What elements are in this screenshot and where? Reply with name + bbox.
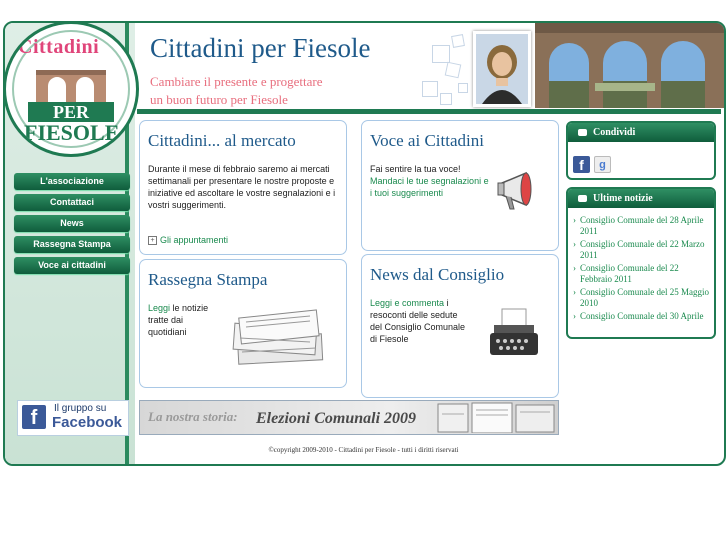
box-consiglio-body: Leggi e commenta i resoconti delle sedut… (370, 297, 470, 345)
news-item[interactable]: Consiglio Comunale del 22 Marzo 2011 (573, 239, 710, 261)
megaphone-icon (497, 171, 532, 210)
appuntamenti-link[interactable]: + Gli appuntamenti (148, 235, 228, 246)
facebook-group-link[interactable]: f Il gruppo su Facebook (17, 400, 129, 436)
box-consiglio: News dal Consiglio Leggi e commenta i re… (361, 254, 559, 398)
logo-band-text: PER (28, 102, 114, 122)
facebook-share-icon[interactable]: f (573, 156, 590, 173)
box-rassegna-body: Leggi le notizie tratte dai quotidiani (148, 302, 220, 338)
logo-arches-icon (36, 70, 106, 102)
nav-contattaci[interactable]: Contattaci (14, 194, 130, 211)
facebook-line-2: Facebook (52, 414, 123, 431)
arches-photo (535, 23, 724, 108)
story-title: Elezioni Comunali 2009 (256, 410, 417, 427)
box-rassegna-title[interactable]: Rassegna Stampa (148, 270, 267, 290)
rassegna-leggi-link[interactable]: Leggi (148, 303, 170, 313)
box-rassegna: Rassegna Stampa Leggi le notizie tratte … (139, 259, 347, 388)
newspaper-clippings-icon (437, 402, 555, 433)
facebook-line-1: Il gruppo su (54, 403, 107, 414)
plus-icon: + (148, 236, 157, 246)
typewriter-icon (490, 308, 538, 355)
box-voce: Voce ai Cittadini Fai sentire la tua voc… (361, 120, 559, 251)
header-divider (137, 109, 721, 114)
speech-bubble-icon (578, 195, 587, 203)
candidate-portrait (473, 31, 531, 107)
site-logo[interactable]: Cittadini PER FIESOLE (5, 23, 139, 157)
google-share-icon[interactable]: g (594, 156, 611, 173)
box-mercato-title[interactable]: Cittadini... al mercato (148, 131, 296, 151)
box-mercato: Cittadini... al mercato Durante il mese … (139, 120, 347, 255)
nav-news[interactable]: News (14, 215, 130, 232)
news-item[interactable]: Consiglio Comunale del 22 Febbraio 2011 (573, 263, 710, 285)
tagline: Cambiare il presente e progettare un buo… (150, 73, 323, 109)
news-item[interactable]: Consiglio Comunale del 28 Aprile 2011 (573, 215, 710, 237)
footer-copyright: ©copyright 2009-2010 - Cittadini per Fie… (268, 446, 459, 454)
news-list: Consiglio Comunale del 28 Aprile 2011 Co… (568, 208, 714, 322)
box-voce-title[interactable]: Voce ai Cittadini (370, 131, 484, 151)
tagline-line-2: un buon futuro per Fiesole (150, 92, 288, 107)
box-voce-body: Fai sentire la tua voce! Mandaci le tue … (370, 163, 490, 199)
consiglio-leggi-link[interactable]: Leggi e commenta (370, 298, 444, 308)
nav-rassegna-stampa[interactable]: Rassegna Stampa (14, 236, 130, 253)
box-consiglio-title[interactable]: News dal Consiglio (370, 265, 504, 285)
news-item[interactable]: Consiglio Comunale del 30 Aprile (573, 311, 710, 322)
site-title: Cittadini per Fiesole (150, 33, 371, 63)
news-item[interactable]: Consiglio Comunale del 25 Maggio 2010 (573, 287, 710, 309)
share-header: Condividi (568, 123, 714, 142)
segnalazioni-link[interactable]: Mandaci le tue segnalazioni e i tuoi sug… (370, 175, 490, 199)
share-panel: Condividi f g (566, 121, 716, 180)
facebook-icon: f (22, 405, 46, 429)
box-mercato-text: Durante il mese di febbraio saremo ai me… (148, 164, 336, 210)
news-panel: Ultime notizie Consiglio Comunale del 28… (566, 187, 716, 339)
nav-associazione[interactable]: L'associazione (14, 173, 130, 190)
main-nav: L'associazione Contattaci News Rassegna … (14, 173, 130, 278)
newspapers-icon (232, 309, 324, 365)
story-banner[interactable]: La nostra storia: Elezioni Comunali 2009 (139, 400, 559, 435)
header: Cittadini per Fiesole Cambiare il presen… (140, 23, 724, 111)
nav-voce-ai-cittadini[interactable]: Voce ai cittadini (14, 257, 130, 274)
logo-top-text: Cittadini (18, 36, 100, 58)
logo-bottom-text: FIESOLE (24, 120, 120, 145)
box-voce-text: Fai sentire la tua voce! (370, 164, 461, 174)
tagline-line-1: Cambiare il presente e progettare (150, 74, 323, 89)
speech-bubble-icon (578, 129, 587, 137)
news-header: Ultime notizie (568, 189, 714, 208)
story-prefix: La nostra storia: (148, 409, 238, 424)
